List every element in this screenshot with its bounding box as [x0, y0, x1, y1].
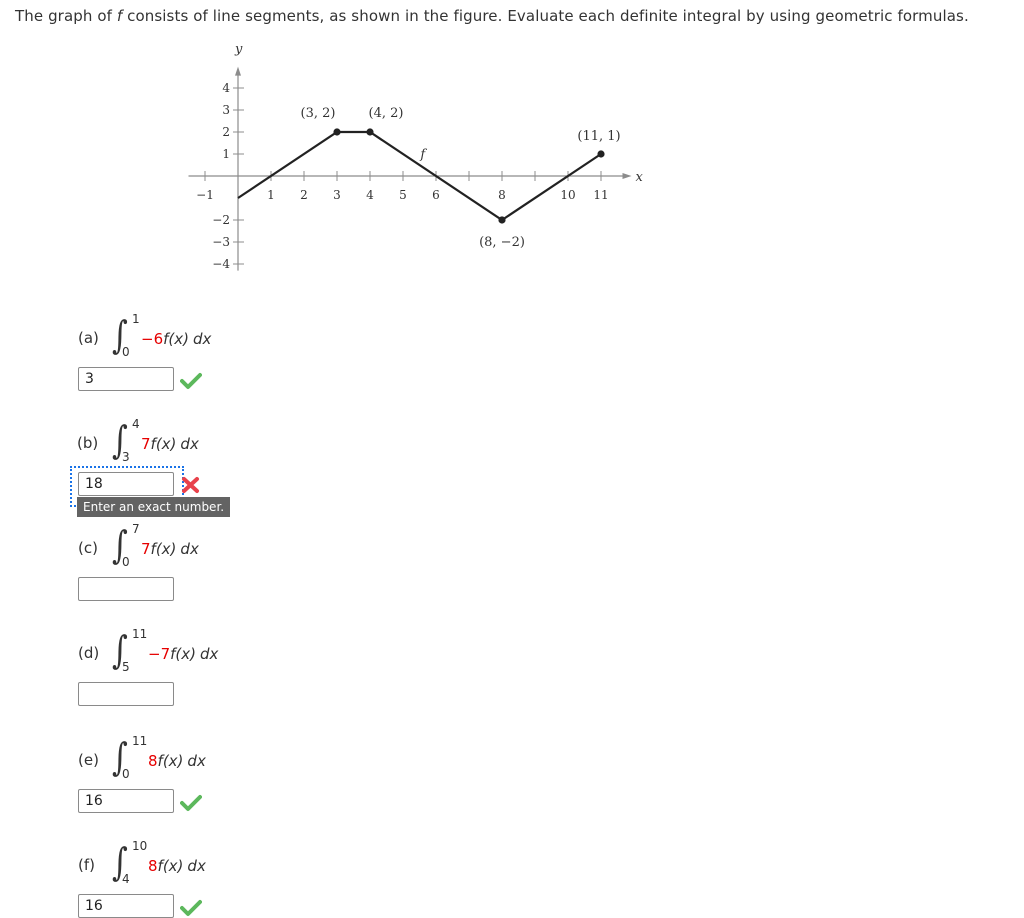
checkmark-icon [180, 795, 202, 811]
differential: dx [180, 540, 199, 558]
part-label: (c) [78, 539, 98, 557]
point-annotation: (8, −2) [479, 235, 525, 250]
data-point [333, 128, 341, 136]
cross-icon [182, 477, 199, 493]
x-tick-label: 6 [432, 188, 440, 202]
part-label: (e) [78, 751, 99, 769]
point-annotation: (4, 2) [369, 106, 404, 121]
function-expression: f(x) [157, 752, 184, 770]
function-expression: f(x) [150, 540, 177, 558]
x-axis-arrow-icon [622, 173, 632, 179]
y-tick-label: 2 [222, 125, 230, 139]
y-axis-arrow-icon [235, 66, 241, 76]
function-expression: f(x) [170, 645, 196, 663]
function-expression: f(x) [150, 435, 177, 453]
integrand: 7f(x) dx [141, 540, 199, 558]
point-annotation: f [419, 147, 427, 162]
integrand: −7f(x) dx [148, 645, 218, 663]
answer-input[interactable] [78, 894, 174, 918]
point-annotation: (11, 1) [577, 129, 620, 144]
answer-input[interactable] [78, 577, 174, 601]
coefficient: 7 [141, 540, 151, 558]
lower-limit: 0 [122, 345, 130, 359]
coefficient: −6 [141, 330, 164, 348]
data-point [597, 150, 605, 158]
integrand: 7f(x) dx [141, 435, 199, 453]
x-tick-label: 10 [560, 188, 575, 202]
x-axis-label: x [636, 170, 644, 185]
differential: dx [180, 435, 199, 453]
upper-limit: 1 [132, 312, 140, 326]
upper-limit: 11 [132, 627, 148, 641]
differential: dx [200, 645, 219, 663]
x-tick-label: 8 [498, 188, 506, 202]
differential: dx [193, 330, 212, 348]
lower-limit: 4 [122, 872, 130, 886]
lower-limit: 3 [122, 450, 130, 464]
coefficient: 7 [141, 435, 151, 453]
upper-limit: 7 [132, 522, 140, 536]
part-label: (f) [78, 856, 95, 874]
checkmark-icon [180, 373, 202, 389]
part-label: (a) [78, 329, 99, 347]
integrand: 8f(x) dx [148, 752, 206, 770]
x-tick-label: 5 [399, 188, 407, 202]
lower-limit: 5 [122, 660, 130, 674]
checkmark-icon [180, 900, 202, 916]
coefficient: 8 [148, 752, 158, 770]
function-expression: f(x) [157, 857, 184, 875]
data-point [366, 128, 374, 136]
function-graph: x y −1 1 2 3 4 5 6 8 10 11 −4 −3 −2 1 2 3 4 (3, 2) (4, 2) (8,… [188, 42, 644, 271]
intro-text-before: The graph of [15, 7, 117, 25]
y-tick-label: 4 [222, 81, 230, 95]
y-tick-label: −4 [212, 257, 230, 271]
answer-input[interactable] [78, 682, 174, 706]
x-tick-label: 1 [267, 188, 275, 202]
answer-input[interactable] [78, 789, 174, 813]
function-expression: f(x) [163, 330, 189, 348]
problem-statement: The graph of f consists of line segments… [15, 7, 969, 25]
differential: dx [187, 752, 206, 770]
differential: dx [187, 857, 206, 875]
coefficient: −7 [148, 645, 171, 663]
integrand: −6f(x) dx [141, 330, 211, 348]
y-axis-label: y [234, 42, 243, 57]
point-annotation: (3, 2) [301, 106, 336, 121]
x-tick-label: −1 [196, 188, 214, 202]
data-point [498, 216, 506, 224]
x-tick-label: 2 [300, 188, 308, 202]
lower-limit: 0 [122, 555, 130, 569]
part-label: (b) [77, 434, 99, 452]
lower-limit: 0 [122, 767, 130, 781]
upper-limit: 11 [132, 734, 148, 748]
y-tick-label: −3 [212, 235, 230, 249]
part-label: (d) [78, 644, 100, 662]
integrand: 8f(x) dx [148, 857, 206, 875]
x-tick-label: 3 [333, 188, 341, 202]
intro-text-after: consists of line segments, as shown in t… [122, 7, 969, 25]
y-tick-label: 3 [222, 103, 230, 117]
answer-input[interactable] [78, 367, 174, 391]
upper-limit: 10 [132, 839, 148, 853]
x-tick-label: 4 [366, 188, 374, 202]
y-tick-label: 1 [222, 147, 230, 161]
x-tick-label: 11 [593, 188, 608, 202]
validation-tooltip: Enter an exact number. [77, 497, 231, 517]
upper-limit: 4 [132, 417, 140, 431]
coefficient: 8 [148, 857, 158, 875]
y-tick-label: −2 [212, 213, 230, 227]
answer-input[interactable] [78, 472, 174, 496]
